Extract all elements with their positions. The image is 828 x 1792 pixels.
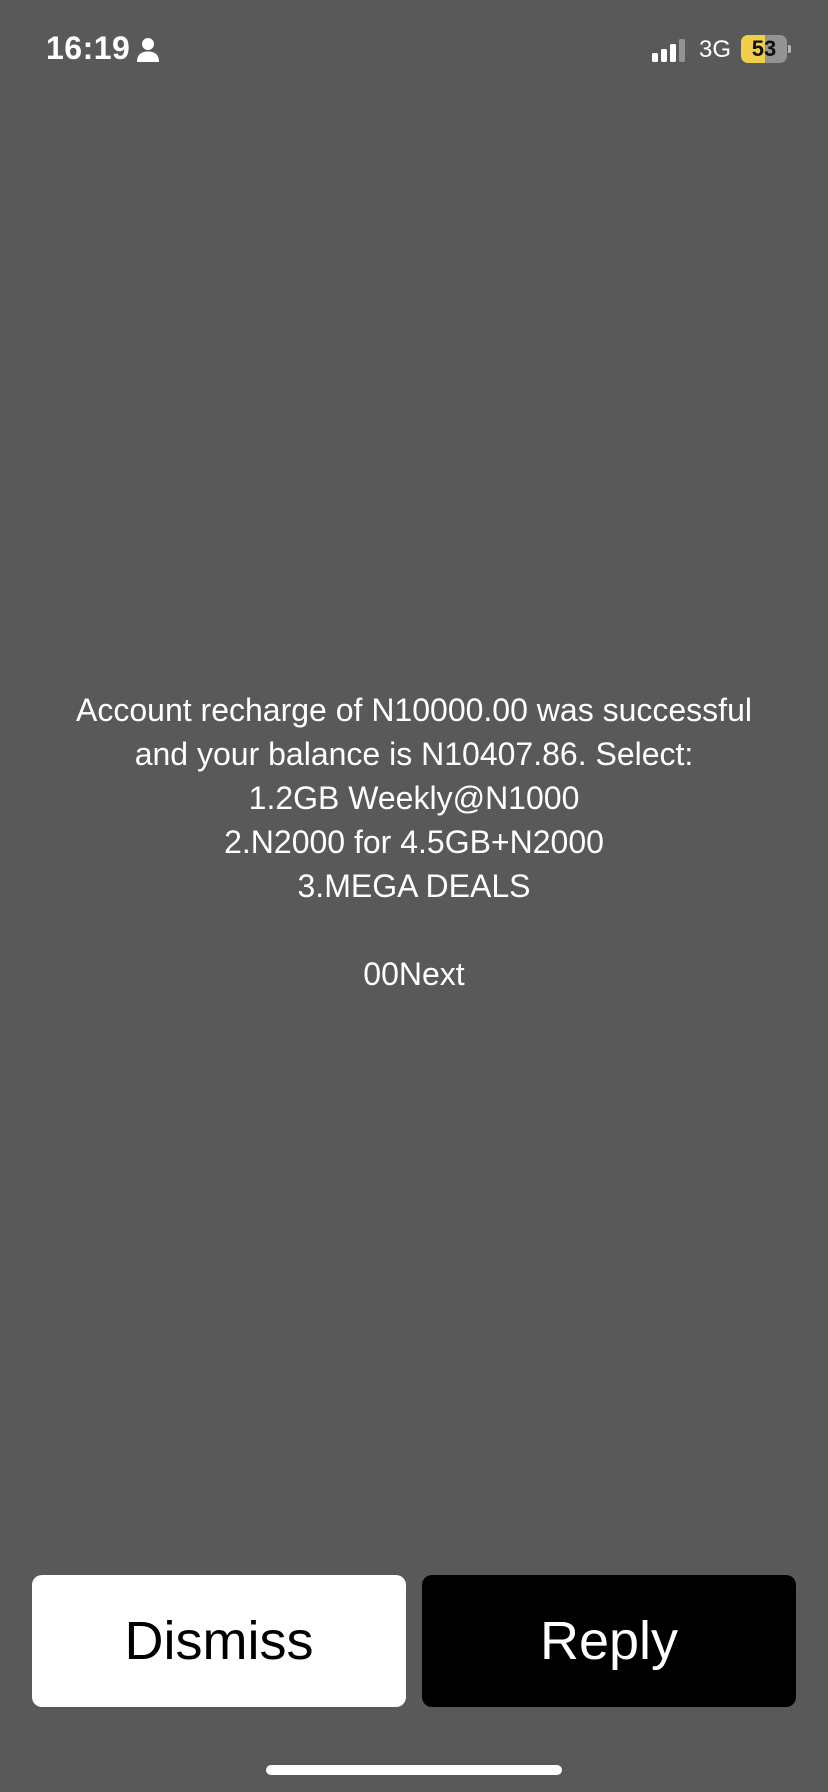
status-time: 16:19 (46, 30, 131, 66)
ussd-message: Account recharge of N10000.00 was succes… (30, 688, 798, 996)
network-type-label: 3G (699, 36, 732, 63)
person-icon (137, 38, 159, 62)
battery-cap (788, 45, 791, 53)
message-line: 00Next (363, 956, 465, 992)
status-bar: 16:19 3G 53 (0, 0, 828, 100)
message-line: 1.2GB Weekly@N1000 (248, 780, 580, 816)
dismiss-button[interactable]: Dismiss (32, 1575, 406, 1707)
message-line: Account recharge of N10000.00 was succes… (76, 692, 752, 728)
battery-level: 53 (751, 36, 777, 61)
message-line (30, 908, 798, 952)
battery-icon: 53 (741, 35, 791, 63)
battery-body: 53 (741, 35, 787, 63)
message-line: and your balance is N10407.86. Select: (134, 736, 694, 772)
signal-icon (652, 39, 685, 62)
reply-button[interactable]: Reply (422, 1575, 796, 1707)
home-indicator[interactable] (266, 1765, 562, 1775)
message-line: 2.N2000 for 4.5GB+N2000 (224, 824, 604, 860)
message-line: 3.MEGA DEALS (297, 868, 531, 904)
